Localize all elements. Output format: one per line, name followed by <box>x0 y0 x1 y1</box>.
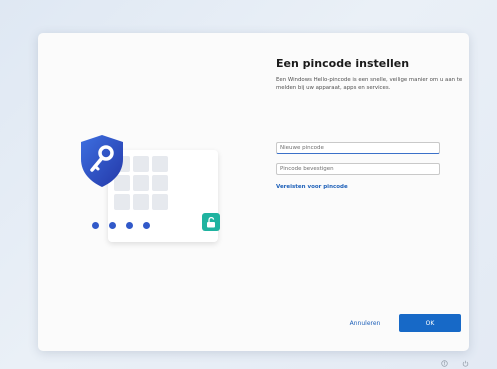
pin-setup-dialog: Een pincode instellen Een Windows Hello-… <box>38 33 469 351</box>
keypad-key <box>114 194 130 210</box>
shield-key-icon <box>81 135 123 187</box>
pin-dot <box>109 222 116 229</box>
pin-dot <box>92 222 99 229</box>
ok-button[interactable]: OK <box>399 314 461 332</box>
keypad-key <box>152 194 168 210</box>
keypad-key <box>133 194 149 210</box>
pin-dots <box>92 222 150 229</box>
keypad-key <box>133 156 149 172</box>
pin-form-header: Een pincode instellen Een Windows Hello-… <box>276 57 463 92</box>
unlocked-padlock-icon <box>202 213 220 231</box>
page-description: Een Windows Hello-pincode is een snelle,… <box>276 77 463 91</box>
keypad-key <box>133 175 149 191</box>
power-icon[interactable] <box>462 360 469 367</box>
confirm-pin-input[interactable] <box>276 163 440 175</box>
keypad-key <box>152 156 168 172</box>
oobe-background: Een pincode instellen Een Windows Hello-… <box>0 0 497 369</box>
pin-dot <box>126 222 133 229</box>
page-title: Een pincode instellen <box>276 57 410 70</box>
new-pin-input[interactable] <box>276 142 440 154</box>
accessibility-icon[interactable] <box>441 360 448 367</box>
pin-illustration <box>78 133 223 253</box>
pin-dot <box>143 222 150 229</box>
keypad-key <box>152 175 168 191</box>
pin-requirements-link[interactable]: Vereisten voor pincode <box>276 184 348 190</box>
cancel-button[interactable]: Annuleren <box>345 314 385 332</box>
